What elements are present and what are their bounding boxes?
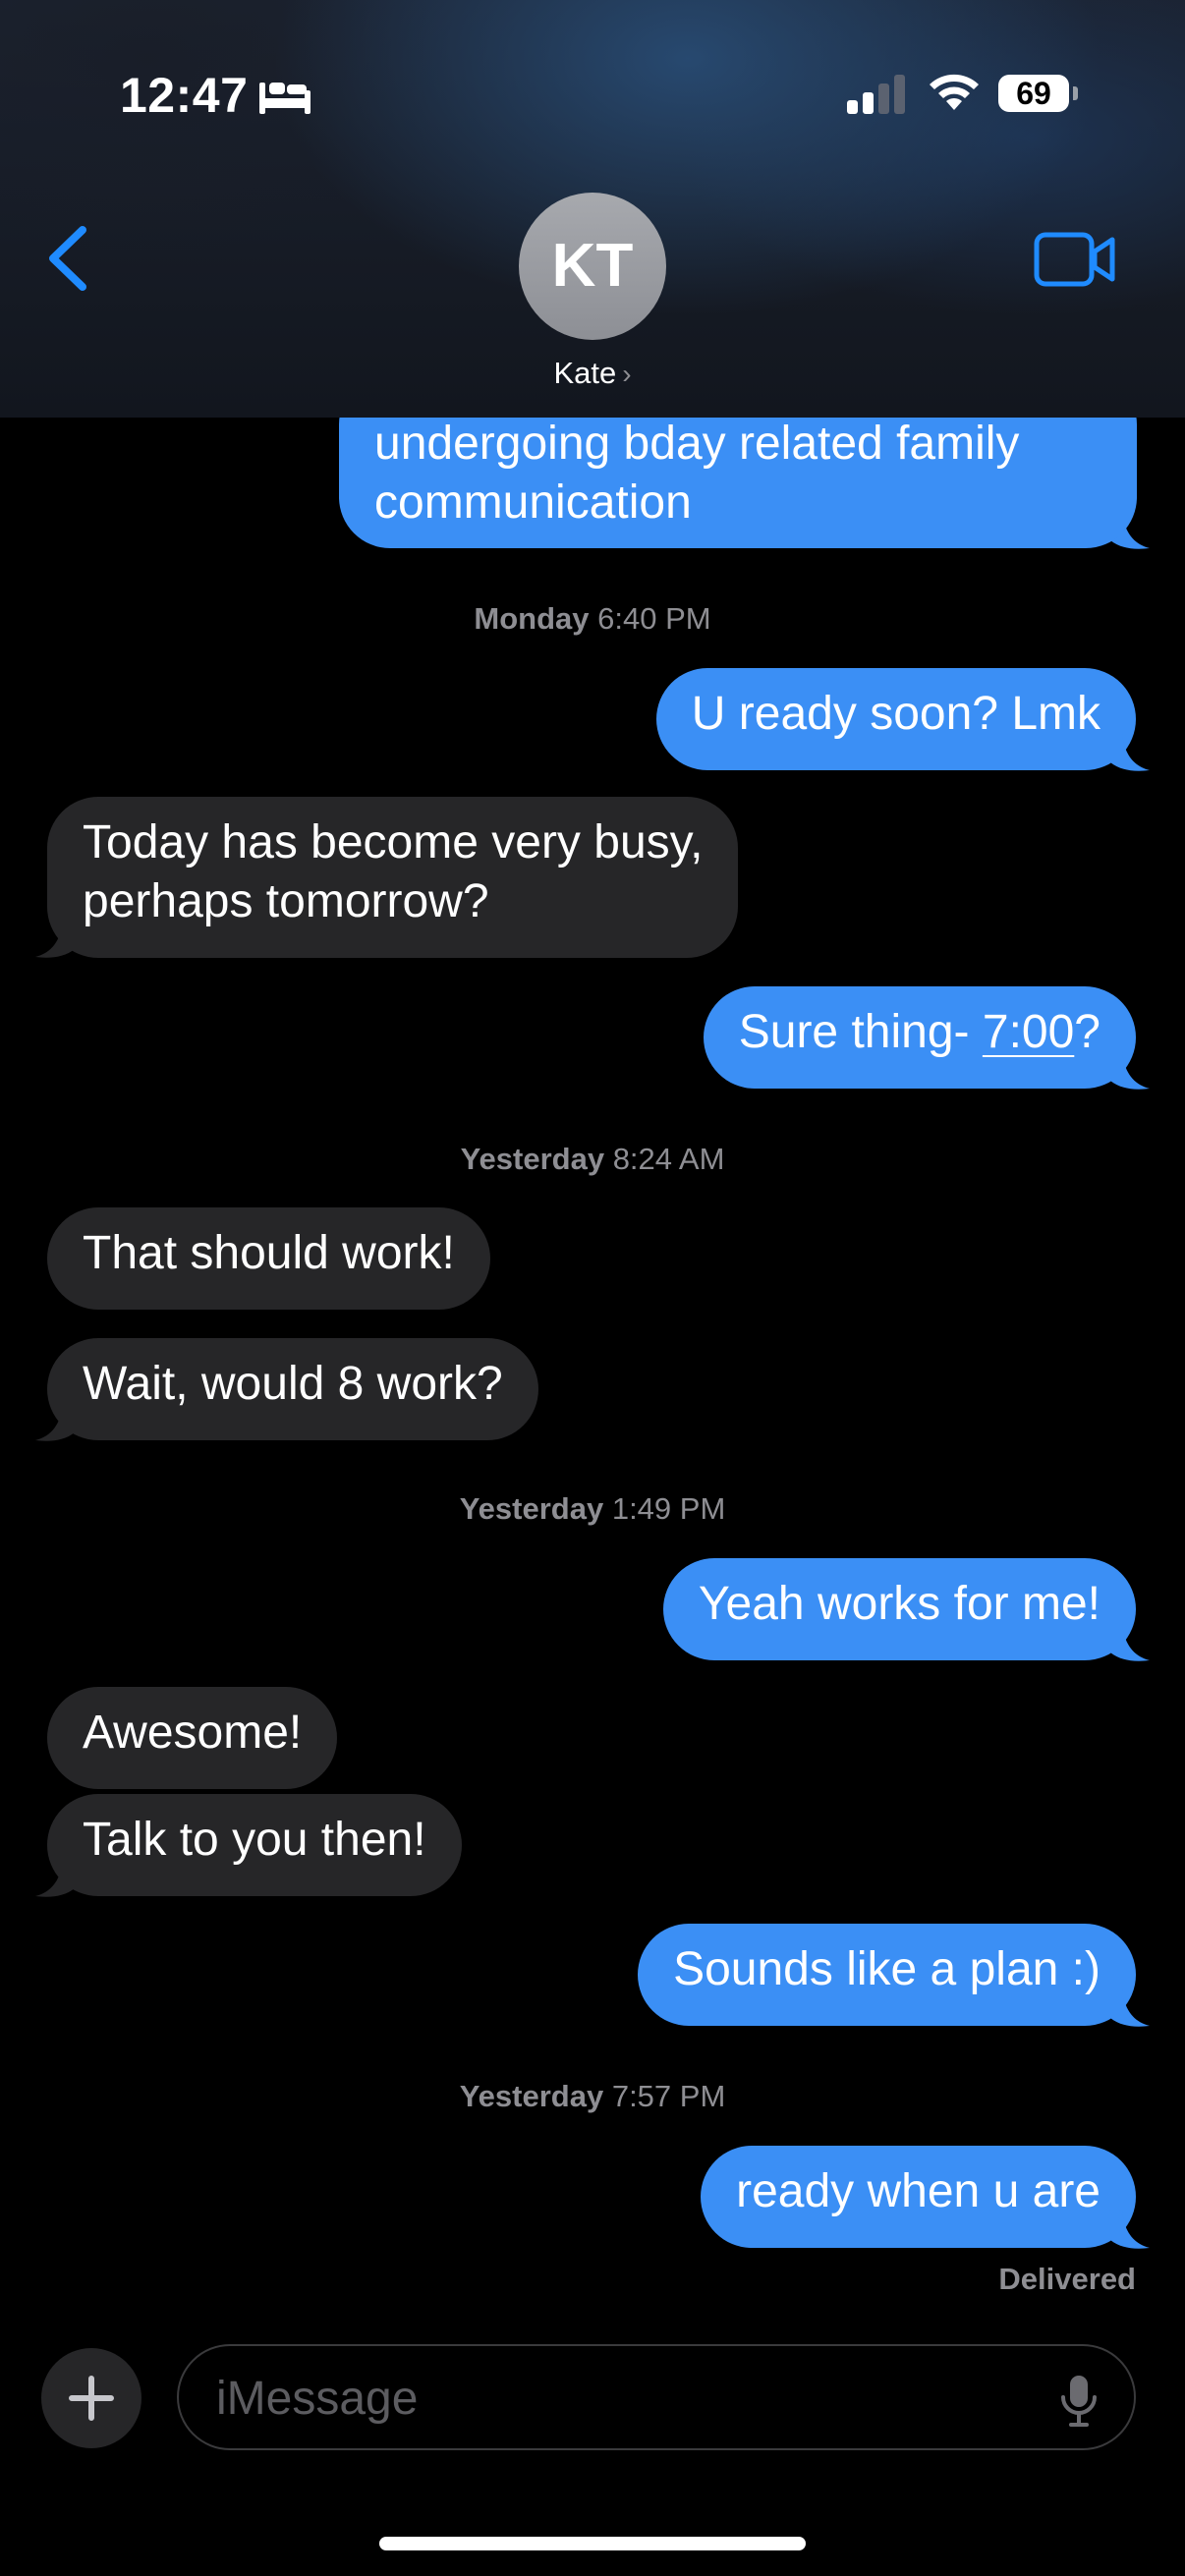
message-text: perhaps tomorrow? — [83, 875, 489, 927]
bubble-tail — [35, 1859, 75, 1897]
message-text: U ready soon? Lmk — [691, 688, 1100, 740]
timestamp: Monday 6:40 PM — [474, 601, 711, 636]
delivered-status: Delivered — [998, 2262, 1136, 2296]
bed-icon — [259, 83, 310, 114]
message-text: undergoing bday related family — [374, 418, 1020, 470]
received-message[interactable]: That should work! — [47, 1207, 490, 1310]
message-input[interactable]: iMessage — [177, 2344, 1136, 2450]
bubble-tail — [1110, 1623, 1150, 1661]
message-text: communication — [374, 476, 692, 529]
sent-message[interactable]: ready when u are — [701, 2146, 1136, 2248]
message-text: Awesome! — [83, 1707, 303, 1759]
add-attachment-button[interactable] — [41, 2348, 141, 2448]
message-text: ready when u are — [736, 2165, 1100, 2217]
chevron-right-icon: › — [622, 359, 632, 389]
bubble-tail — [35, 1403, 75, 1441]
plus-icon — [69, 2376, 114, 2421]
received-message[interactable]: Today has become very busy, perhaps tomo… — [47, 797, 739, 958]
sent-message[interactable]: Sounds like a plan :) — [638, 1924, 1136, 2026]
microphone-icon[interactable] — [1059, 2374, 1099, 2429]
message-text: Today has become very busy, — [83, 816, 704, 868]
battery-cap — [1073, 86, 1078, 100]
message-text: Yeah works for me! — [698, 1578, 1100, 1630]
received-message[interactable]: Talk to you then! — [47, 1794, 462, 1896]
home-indicator[interactable] — [379, 2537, 806, 2550]
status-time: 12:47 — [120, 68, 249, 123]
sent-message[interactable]: Sure thing- 7:00? — [703, 986, 1136, 1089]
received-message[interactable]: Wait, would 8 work? — [47, 1338, 538, 1440]
battery-icon: 69 — [998, 75, 1069, 112]
bubble-tail — [35, 920, 75, 958]
conversation-header: 12:47 69 KT Kate › — [0, 0, 1185, 418]
message-text: Wait, would 8 work? — [83, 1358, 503, 1410]
avatar[interactable]: KT — [519, 193, 666, 340]
bubble-tail — [1110, 1988, 1150, 2027]
time-link[interactable]: 7:00 — [983, 1006, 1074, 1058]
contact-name[interactable]: Kate › — [0, 356, 1185, 391]
cellular-signal-icon — [847, 75, 905, 114]
wifi-icon — [930, 74, 979, 110]
message-text: Talk to you then! — [83, 1814, 426, 1866]
bubble-tail — [1110, 1051, 1150, 1090]
message-text: Sounds like a plan :) — [673, 1943, 1100, 1995]
video-call-icon[interactable] — [1034, 232, 1116, 287]
received-message[interactable]: Awesome! — [47, 1687, 338, 1789]
contact-name-label: Kate — [553, 356, 617, 390]
timestamp: Yesterday 1:49 PM — [459, 1491, 726, 1526]
message-text: That should work! — [83, 1227, 455, 1279]
timestamp: Yesterday 8:24 AM — [460, 1142, 725, 1176]
back-chevron-icon[interactable] — [43, 224, 92, 293]
bubble-tail — [1110, 2211, 1150, 2249]
message-input-placeholder: iMessage — [216, 2373, 419, 2425]
timestamp: Yesterday 7:57 PM — [459, 2079, 726, 2113]
message-text: ? — [1074, 1006, 1100, 1058]
sent-message[interactable]: Yeah works for me! — [662, 1558, 1136, 1660]
message-text: Sure thing- — [738, 1006, 983, 1058]
sent-message[interactable]: U ready soon? Lmk — [655, 668, 1136, 770]
bubble-tail — [1110, 733, 1150, 771]
